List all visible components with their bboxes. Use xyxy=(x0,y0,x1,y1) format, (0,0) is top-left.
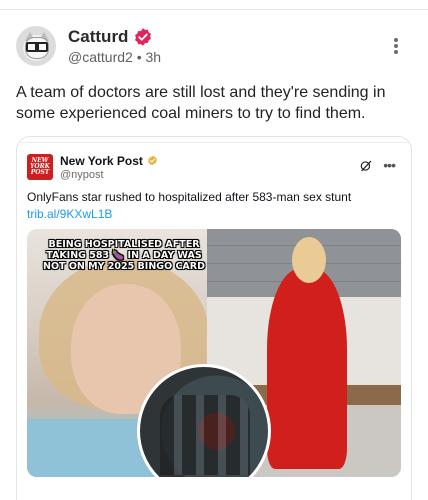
more-options-icon[interactable] xyxy=(388,38,404,54)
post-time[interactable]: 3h xyxy=(146,49,162,65)
quoted-post-text: OnlyFans star rushed to hospitalized aft… xyxy=(27,190,352,204)
quoted-author-name-block: New York Post @nypost xyxy=(60,154,158,181)
author-display-name[interactable]: Catturd xyxy=(68,27,128,47)
meta-separator: • xyxy=(136,49,142,65)
quote-card-top-edge xyxy=(17,137,411,143)
media-caption: BEING HOSPITALISED AFTER TAKING 583 🍆 IN… xyxy=(43,239,205,272)
quoted-post-card[interactable]: NEW YORK POST New York Post @nypost ••• … xyxy=(16,136,412,500)
post-header: Catturd @catturd2 • 3h xyxy=(16,24,412,68)
author-avatar[interactable] xyxy=(16,26,56,66)
quoted-more-options-icon[interactable]: ••• xyxy=(383,157,396,173)
gold-verified-badge-icon xyxy=(148,155,157,166)
quoted-post-link[interactable]: trib.al/9KXwL1B xyxy=(27,207,112,221)
verified-badge-icon xyxy=(135,28,152,46)
top-divider xyxy=(0,9,428,10)
author-name-block: Catturd @catturd2 • 3h xyxy=(68,27,161,65)
quoted-post-media[interactable]: BEING HOSPITALISED AFTER TAKING 583 🍆 IN… xyxy=(27,229,401,477)
post-text: A team of doctors are still lost and the… xyxy=(16,84,386,122)
nypost-logo[interactable]: NEW YORK POST xyxy=(27,154,53,180)
quoted-author-display-name[interactable]: New York Post xyxy=(60,154,143,168)
quoted-author-handle[interactable]: @nypost xyxy=(60,169,158,181)
author-handle[interactable]: @catturd2 xyxy=(68,49,133,65)
grok-icon[interactable] xyxy=(359,159,373,173)
quoted-post-header: NEW YORK POST New York Post @nypost ••• xyxy=(27,153,401,181)
author-meta: @catturd2 • 3h xyxy=(68,49,161,65)
